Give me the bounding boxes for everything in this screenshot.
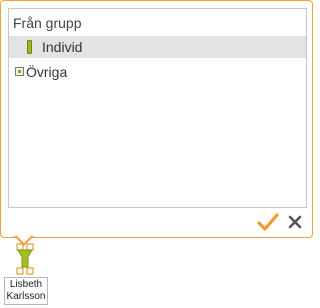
expand-box-icon[interactable]	[15, 67, 24, 76]
group-header: Från grupp	[13, 15, 82, 31]
list-item-ovriga[interactable]: Övriga	[9, 61, 306, 83]
green-bar-icon	[27, 40, 32, 54]
person-node-icon[interactable]	[14, 243, 36, 277]
popup-pointer-fill	[16, 235, 32, 243]
list-item-label: Individ	[42, 39, 83, 55]
check-icon[interactable]	[257, 212, 279, 232]
node-first-name: Lisbeth	[9, 279, 43, 290]
group-popup: Från grupp Individ Övriga	[0, 0, 313, 238]
group-list: Från grupp Individ Övriga	[8, 8, 307, 208]
node-last-name: Karlsson	[6, 291, 46, 302]
node-name-label: Lisbeth Karlsson	[4, 277, 48, 305]
list-item-individ[interactable]: Individ	[9, 36, 306, 58]
list-item-label: Övriga	[26, 64, 68, 80]
close-icon[interactable]	[287, 214, 303, 230]
